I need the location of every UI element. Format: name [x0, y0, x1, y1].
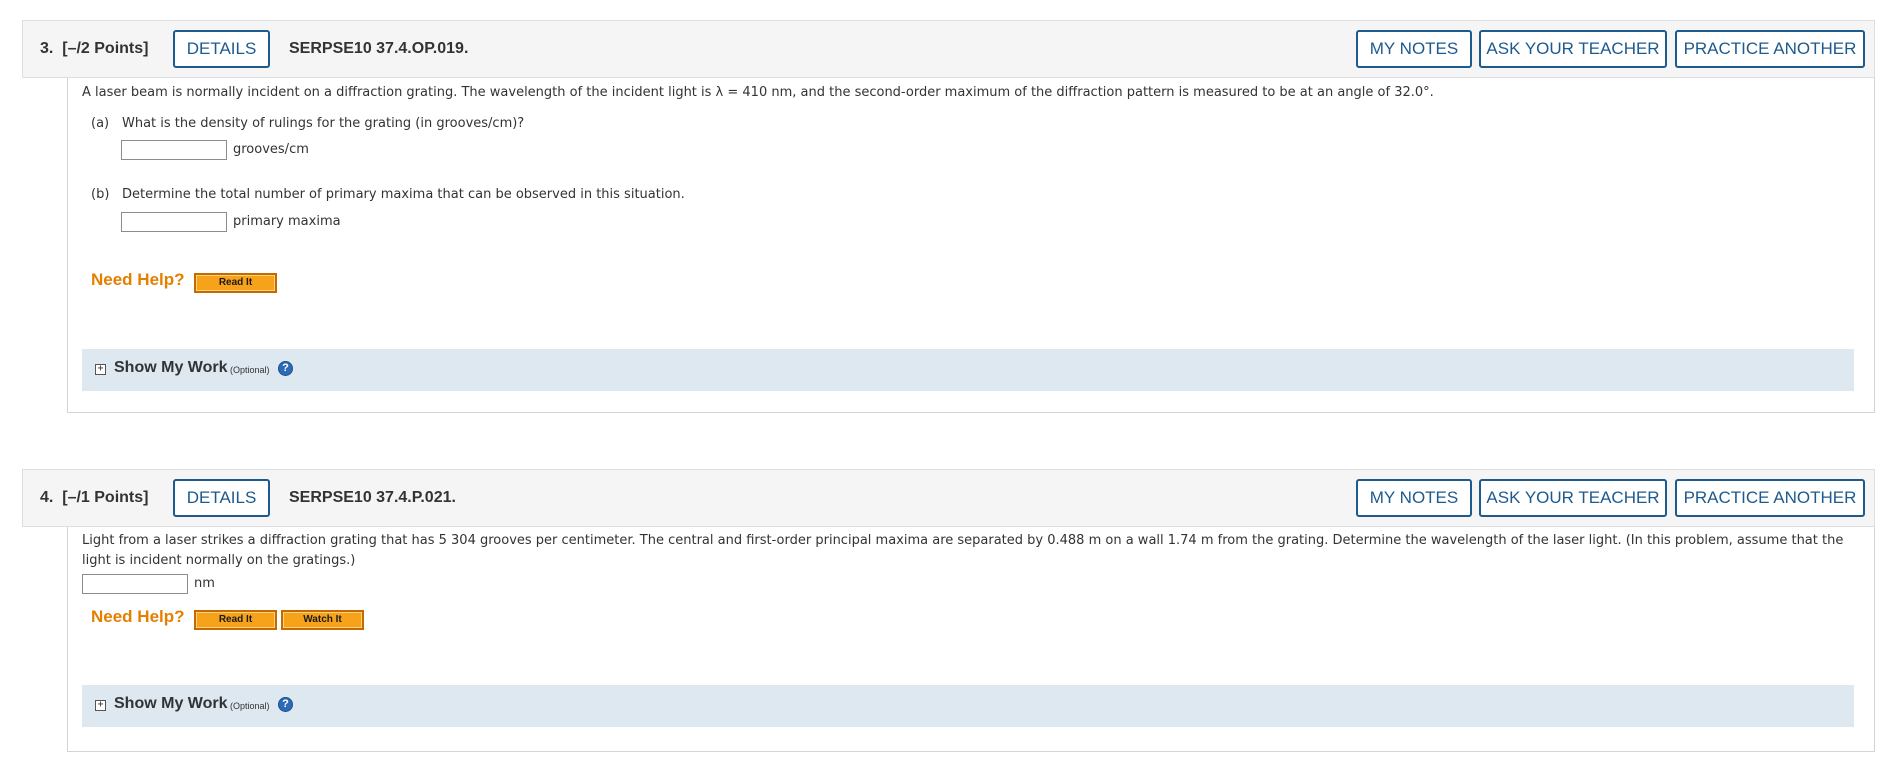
question-code: SERPSE10 37.4.OP.019.	[289, 40, 469, 57]
need-help-label: Need Help?	[91, 607, 185, 626]
practice-another-button[interactable]: PRACTICE ANOTHER	[1675, 479, 1865, 517]
show-my-work-toggle[interactable]: Show My Work	[114, 695, 228, 713]
part-a-answer-input[interactable]	[121, 140, 227, 160]
watch-it-button[interactable]: Watch It	[281, 610, 364, 630]
question-header: 3. [–/2 Points] DETAILS SERPSE10 37.4.OP…	[22, 20, 1875, 78]
read-it-button[interactable]: Read It	[194, 610, 277, 630]
question-body: Light from a laser strikes a diffraction…	[67, 527, 1875, 752]
part-b-unit: primary maxima	[233, 214, 341, 229]
question-3: 3. [–/2 Points] DETAILS SERPSE10 37.4.OP…	[0, 20, 1893, 415]
read-it-button[interactable]: Read It	[194, 273, 277, 293]
show-my-work-panel: + Show My Work (Optional) ?	[82, 685, 1854, 727]
question-prompt: A laser beam is normally incident on a d…	[82, 85, 1434, 100]
ask-your-teacher-button[interactable]: ASK YOUR TEACHER	[1479, 479, 1667, 517]
answer-unit: nm	[194, 576, 215, 591]
details-button[interactable]: DETAILS	[173, 479, 270, 517]
my-notes-button[interactable]: MY NOTES	[1356, 30, 1472, 68]
optional-label: (Optional)	[230, 365, 270, 375]
expand-icon[interactable]: +	[95, 700, 106, 711]
show-my-work-toggle[interactable]: Show My Work	[114, 359, 228, 377]
part-b-question: Determine the total number of primary ma…	[122, 187, 685, 202]
part-a-question: What is the density of rulings for the g…	[122, 116, 525, 131]
part-b-answer-input[interactable]	[121, 212, 227, 232]
question-4: 4. [–/1 Points] DETAILS SERPSE10 37.4.P.…	[0, 469, 1893, 754]
question-prompt-line-1: Light from a laser strikes a diffraction…	[82, 533, 1844, 548]
practice-another-button[interactable]: PRACTICE ANOTHER	[1675, 30, 1865, 68]
question-code: SERPSE10 37.4.P.021.	[289, 489, 456, 506]
question-header: 4. [–/1 Points] DETAILS SERPSE10 37.4.P.…	[22, 469, 1875, 527]
ask-your-teacher-button[interactable]: ASK YOUR TEACHER	[1479, 30, 1667, 68]
my-notes-button[interactable]: MY NOTES	[1356, 479, 1472, 517]
part-a-label: (a)	[91, 116, 110, 131]
optional-label: (Optional)	[230, 701, 270, 711]
question-number: 4. [–/1 Points]	[40, 489, 149, 506]
question-body: A laser beam is normally incident on a d…	[67, 78, 1875, 413]
help-icon[interactable]: ?	[278, 697, 293, 712]
part-a-unit: grooves/cm	[233, 142, 309, 157]
question-number: 3. [–/2 Points]	[40, 40, 149, 57]
question-prompt-line-2: light is incident normally on the gratin…	[82, 553, 356, 568]
need-help-label: Need Help?	[91, 270, 185, 289]
show-my-work-panel: + Show My Work (Optional) ?	[82, 349, 1854, 391]
expand-icon[interactable]: +	[95, 364, 106, 375]
answer-input[interactable]	[82, 574, 188, 594]
help-icon[interactable]: ?	[278, 361, 293, 376]
part-b-label: (b)	[91, 187, 110, 202]
points-label: [–/2 Points]	[62, 40, 149, 57]
details-button[interactable]: DETAILS	[173, 30, 270, 68]
points-label: [–/1 Points]	[62, 489, 149, 506]
